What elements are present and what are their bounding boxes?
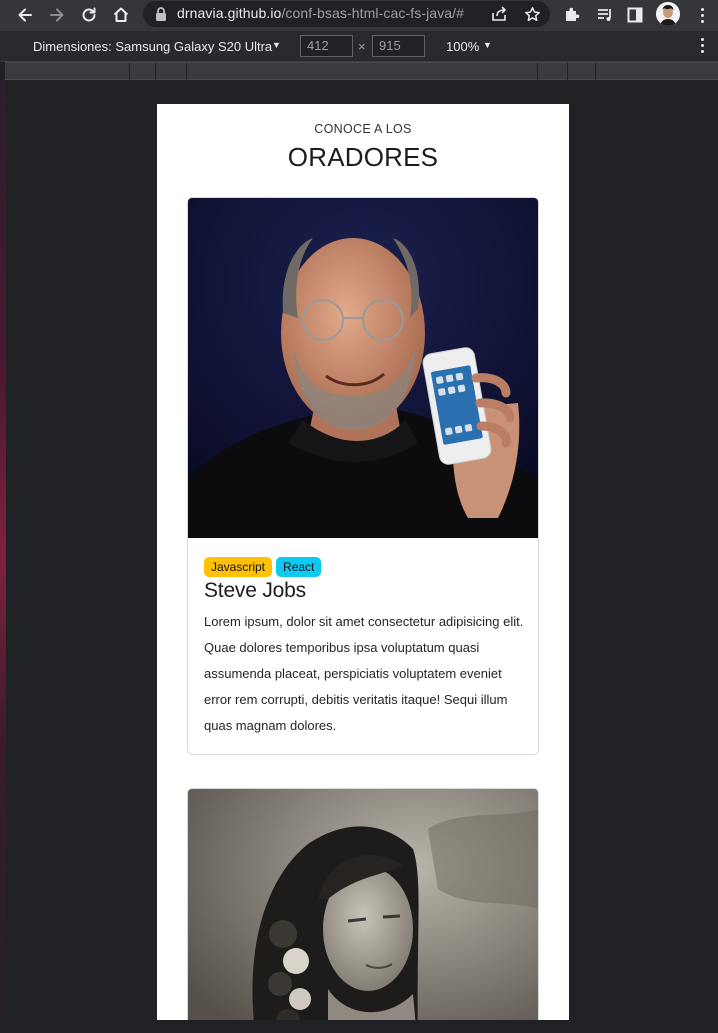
device-selector[interactable]: Dimensiones: Samsung Galaxy S20 Ultra [33,39,272,54]
tag-badge-react: React [276,557,322,577]
url-host: drnavia.github.io [177,5,282,21]
puzzle-extension-icon[interactable] [560,3,584,27]
address-bar[interactable]: drnavia.github.io/conf-bsas-html-cac-fs-… [143,1,550,27]
viewport-height-input[interactable]: 915 [372,35,425,57]
profile-avatar[interactable] [656,2,680,26]
forward-arrow-icon[interactable] [45,3,69,27]
back-arrow-icon[interactable] [13,3,37,27]
section-heading: ORADORES [287,142,439,172]
url-path: /conf-bsas-html-cac-fs-java/# [281,5,465,21]
device-toolbar-menu-icon[interactable] [700,38,704,54]
speaker-card: Javascript React Steve Jobs Lorem ipsum,… [187,197,539,755]
zoom-dropdown-caret-icon[interactable]: ▼ [483,40,492,50]
section-kicker: CONOCE A LOS [314,122,412,136]
background-edge [0,80,6,1033]
device-dropdown-caret-icon[interactable]: ▼ [272,40,281,50]
star-icon[interactable] [522,4,542,24]
tag-list: Javascript React [204,557,524,577]
media-playlist-icon[interactable] [593,3,617,27]
speaker-card-body: Javascript React Steve Jobs Lorem ipsum,… [204,557,524,739]
reload-icon[interactable] [77,3,101,27]
viewport-width-input[interactable]: 412 [300,35,353,57]
speaker-card [187,788,539,1020]
side-panel-icon[interactable] [623,3,647,27]
speaker-photo [188,198,538,538]
url-text[interactable]: drnavia.github.io/conf-bsas-html-cac-fs-… [177,5,464,21]
share-icon[interactable] [489,4,509,24]
browser-toolbar: drnavia.github.io/conf-bsas-html-cac-fs-… [0,0,718,31]
browser-menu-kebab-icon[interactable] [700,8,704,24]
emulated-page: CONOCE A LOS ORADORES Javascript React S… [157,104,569,1020]
speaker-photo [188,789,538,1020]
home-icon[interactable] [109,3,133,27]
lock-icon[interactable] [151,4,171,24]
speaker-name: Steve Jobs [204,579,306,602]
zoom-selector[interactable]: 100% [446,39,479,54]
dimension-separator: × [358,39,366,54]
tag-badge-javascript: Javascript [204,557,273,577]
media-query-ruler[interactable] [5,62,718,80]
speaker-description: Lorem ipsum, dolor sit amet consectetur … [204,614,524,733]
device-toolbar: Dimensiones: Samsung Galaxy S20 Ultra ▼ … [0,31,718,62]
